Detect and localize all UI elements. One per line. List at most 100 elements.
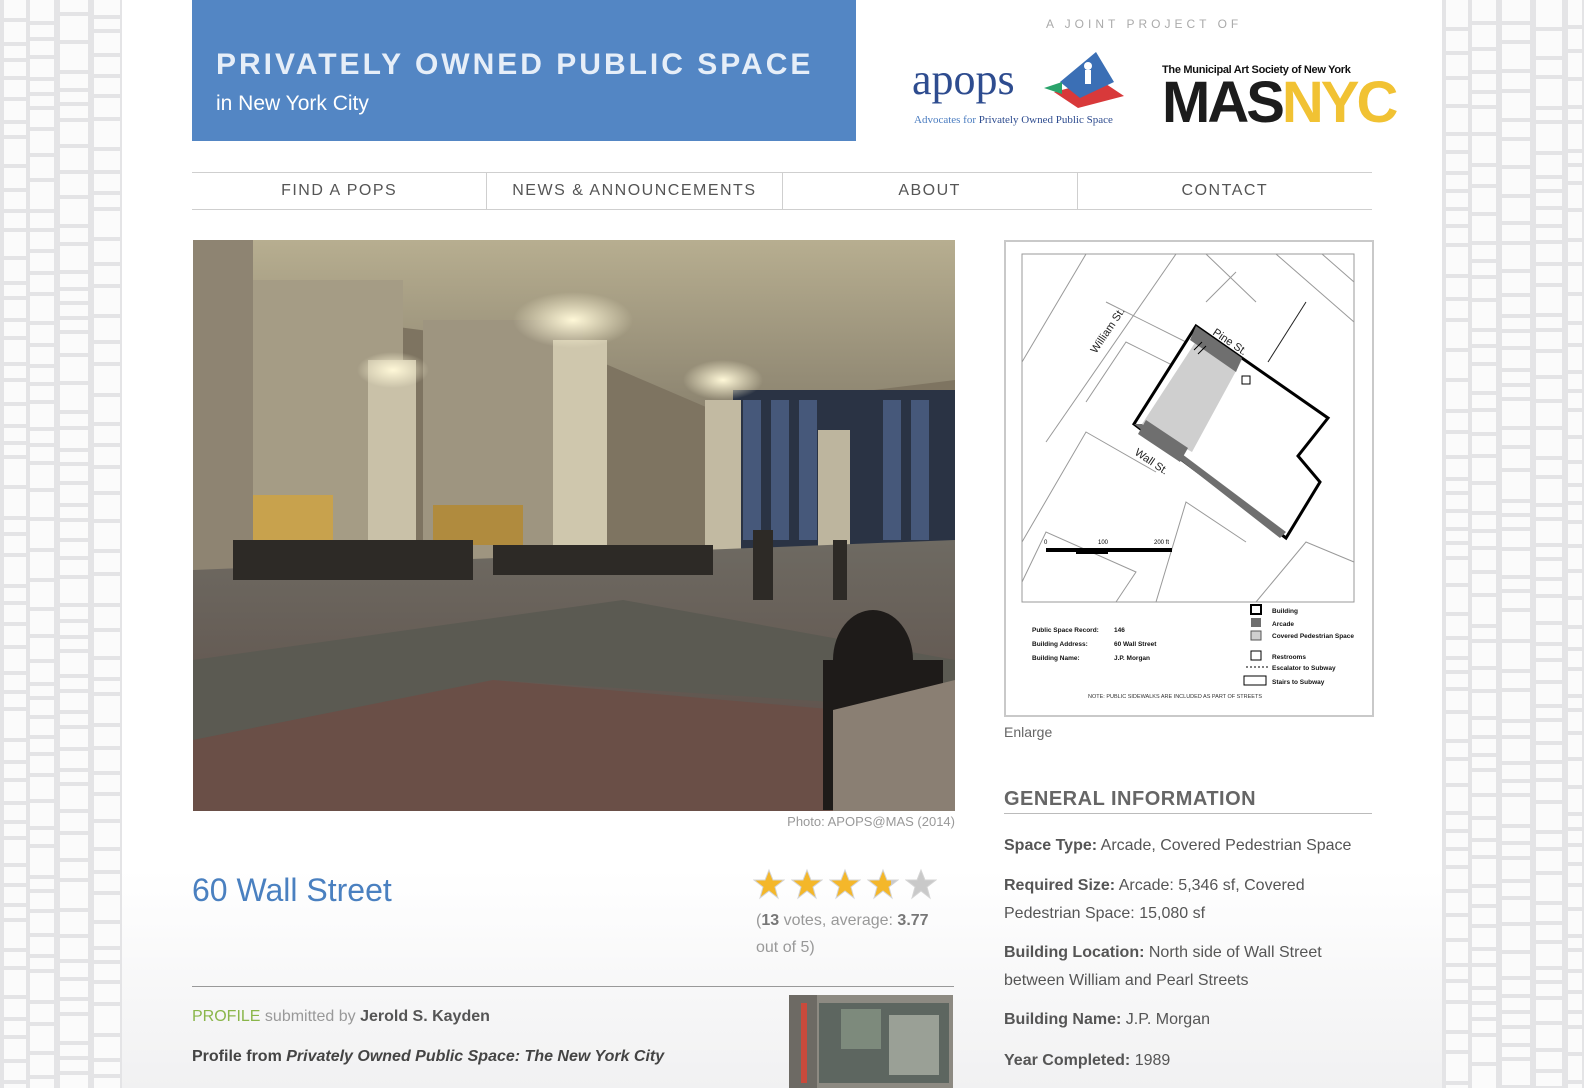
map-block <box>1502 273 1530 293</box>
map-block <box>94 924 120 946</box>
map-block <box>1502 141 1530 165</box>
nav-find-a-pops[interactable]: FIND A POPS <box>192 173 488 209</box>
map-block <box>94 174 120 191</box>
map-scale-0: 0 <box>1044 540 1048 546</box>
map-block <box>1502 900 1530 922</box>
map-block <box>1446 434 1468 455</box>
star-icon[interactable] <box>905 868 937 900</box>
star-icon[interactable] <box>867 868 899 900</box>
star-icon[interactable] <box>753 868 785 900</box>
map-block <box>1568 487 1582 501</box>
site-photo[interactable] <box>193 240 955 811</box>
map-block <box>1446 640 1468 656</box>
map-note: NOTE: PUBLIC SIDEWALKS ARE INCLUDED AS P… <box>1088 694 1262 700</box>
star-icon[interactable] <box>829 868 861 900</box>
map-block <box>1536 834 1562 847</box>
map-block <box>4 742 26 760</box>
map-block <box>4 124 26 135</box>
map-block <box>1472 25 1496 47</box>
map-block <box>60 623 88 635</box>
map-block <box>60 430 88 448</box>
nav-news-announcements[interactable]: NEWS & ANNOUNCEMENTS <box>487 173 783 209</box>
map-block <box>1472 485 1496 511</box>
map-block <box>1536 379 1562 399</box>
map-block <box>94 895 120 920</box>
map-block <box>1536 0 1562 27</box>
map-block <box>1502 612 1530 639</box>
map-block <box>1446 833 1468 847</box>
map-block <box>1446 495 1468 509</box>
map-block <box>1446 459 1468 477</box>
site-map[interactable]: William St. Pine St. Wall St. 0 100 200 … <box>1004 240 1374 717</box>
map-block <box>1568 847 1582 862</box>
map-block <box>1502 739 1530 761</box>
star-icon[interactable] <box>791 868 823 900</box>
map-block <box>60 786 88 809</box>
map-block <box>1472 332 1496 344</box>
map-block <box>4 536 26 553</box>
map-block <box>1536 944 1562 966</box>
site-title-banner[interactable]: PRIVATELY OWNED PUBLIC SPACE in New York… <box>192 0 856 141</box>
map-block <box>30 275 54 292</box>
profile-author[interactable]: Jerold S. Kayden <box>360 1008 490 1025</box>
map-block <box>1472 216 1496 241</box>
map-block <box>30 521 54 548</box>
map-block <box>94 121 120 147</box>
map-block <box>1472 279 1496 298</box>
map-block <box>30 347 54 364</box>
map-block <box>94 796 120 819</box>
map-block <box>1446 917 1468 938</box>
map-block <box>1568 1056 1582 1080</box>
map-block <box>1536 662 1562 680</box>
map-block <box>1472 797 1496 816</box>
map-block <box>94 727 120 746</box>
mas-nyc-logo[interactable]: The Municipal Art Society of New York MA… <box>1162 64 1398 132</box>
map-block <box>1536 1000 1562 1021</box>
nav-contact[interactable]: CONTACT <box>1078 173 1372 209</box>
map-block <box>94 57 120 74</box>
map-legend-stairs: Stairs to Subway <box>1272 679 1325 686</box>
map-block <box>1446 108 1468 132</box>
map-block <box>94 823 120 847</box>
map-block <box>1446 545 1468 556</box>
map-block <box>1568 81 1582 105</box>
map-block <box>60 106 88 118</box>
map-block <box>4 285 26 296</box>
map-block <box>1472 1021 1496 1033</box>
map-block <box>1472 0 1496 21</box>
map-block <box>1568 124 1582 149</box>
map-block <box>1536 353 1562 375</box>
map-block <box>60 912 88 934</box>
map-block <box>1472 167 1496 184</box>
book-cover-image[interactable] <box>789 995 953 1088</box>
nav-about[interactable]: ABOUT <box>783 173 1078 209</box>
map-block <box>4 489 26 516</box>
map-legend-arcade: Arcade <box>1272 621 1294 628</box>
map-block <box>60 729 88 747</box>
joint-project-label: A JOINT PROJECT OF <box>1046 17 1243 31</box>
map-block <box>30 41 54 55</box>
map-block <box>60 862 88 878</box>
map-block <box>1536 581 1562 594</box>
map-block <box>1502 517 1530 527</box>
map-block <box>60 835 88 858</box>
map-block <box>94 1037 120 1058</box>
map-block <box>1568 29 1582 49</box>
map-block <box>94 950 120 960</box>
map-block <box>1446 967 1468 979</box>
star-rating[interactable] <box>753 868 937 900</box>
map-block <box>30 937 54 954</box>
enlarge-map-link[interactable]: Enlarge <box>1004 724 1052 740</box>
map-block <box>4 101 26 120</box>
map-block <box>1536 598 1562 621</box>
map-block <box>1446 154 1468 171</box>
info-space-type: Space Type: Arcade, Covered Pedestrian S… <box>1004 837 1352 854</box>
apops-logo[interactable]: apops Advocates for Privately Owned Publ… <box>912 52 1134 130</box>
map-block <box>1536 782 1562 800</box>
map-block <box>1568 1014 1582 1025</box>
map-block <box>1502 845 1530 856</box>
map-block <box>30 368 54 382</box>
map-block <box>1446 743 1468 757</box>
map-block <box>1502 350 1530 368</box>
map-block <box>4 952 26 966</box>
